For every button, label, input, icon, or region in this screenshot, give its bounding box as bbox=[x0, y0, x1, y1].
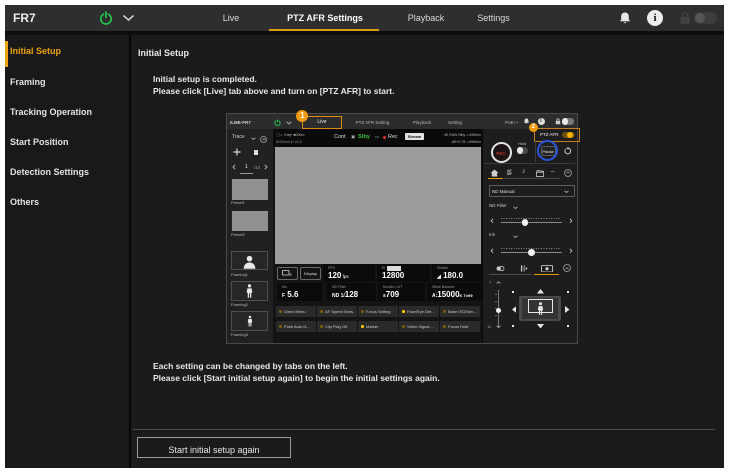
svg-text:x: x bbox=[290, 272, 293, 277]
